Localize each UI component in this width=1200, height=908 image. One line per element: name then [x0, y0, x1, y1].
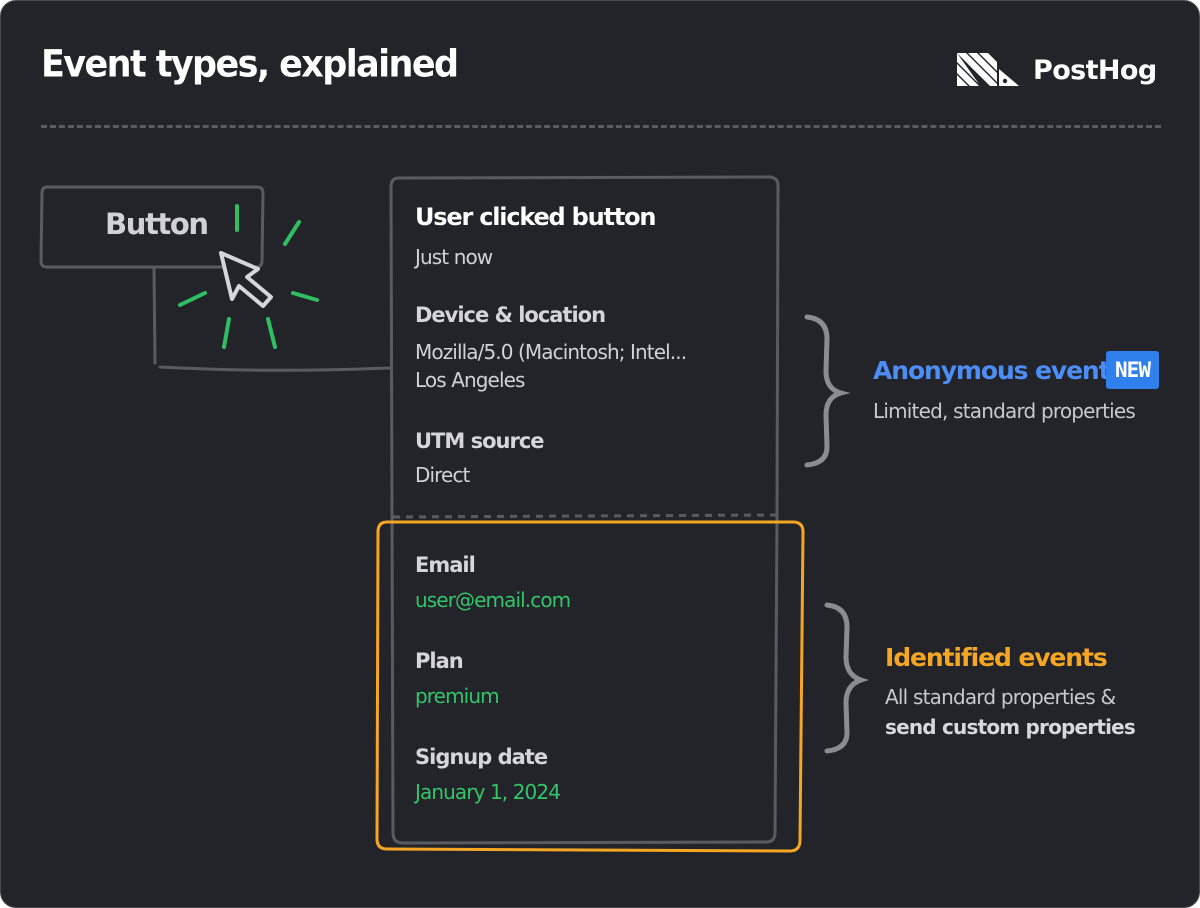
diagram-lines [39, 175, 869, 853]
property-value-user-agent: Mozilla/5.0 (Macintosh; Intel... [415, 340, 687, 364]
property-value-location: Los Angeles [415, 368, 525, 392]
identified-events-description: All standard properties & send custom pr… [885, 682, 1136, 742]
section-divider [392, 513, 777, 519]
property-label-signup-date: Signup date [415, 745, 548, 769]
property-label-utm-source: UTM source [415, 429, 545, 453]
anonymous-events-description: Limited, standard properties [873, 399, 1136, 423]
new-badge: NEW [1106, 351, 1159, 389]
identified-description-line1: All standard properties & [885, 685, 1116, 709]
anonymous-events-title: Anonymous events [873, 356, 1124, 385]
event-timestamp: Just now [415, 245, 493, 269]
property-value-plan: premium [415, 684, 500, 708]
property-value-utm-source: Direct [415, 463, 470, 487]
property-label-plan: Plan [415, 649, 464, 673]
property-label-device-location: Device & location [415, 303, 606, 327]
identified-events-title: Identified events [885, 643, 1108, 672]
button-label: Button [105, 207, 209, 241]
identified-description-line2: send custom properties [885, 715, 1136, 739]
infographic-frame: Event types, explained PostHog Button Us… [0, 0, 1200, 908]
property-value-signup-date: January 1, 2024 [415, 780, 561, 804]
connector-line [152, 266, 391, 372]
event-title: User clicked button [415, 203, 656, 231]
property-label-email: Email [415, 553, 476, 577]
identified-brace [824, 602, 869, 754]
anonymous-brace [804, 314, 851, 468]
property-value-email: user@email.com [415, 588, 571, 612]
